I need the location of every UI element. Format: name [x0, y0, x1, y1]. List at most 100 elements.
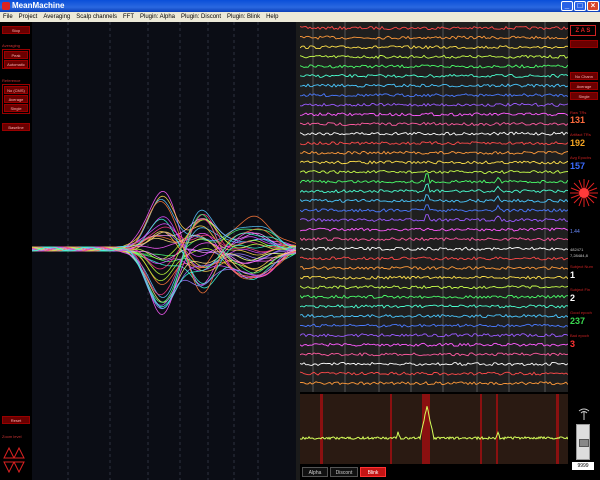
close-button[interactable]: ×	[587, 1, 599, 11]
eeg-channel-trace	[300, 323, 568, 328]
right-status-panel: Z A S No Chann Average Single Raw TRs 13…	[568, 22, 600, 480]
good-epoch-value: 237	[570, 316, 586, 326]
eeg-channel-trace	[300, 236, 568, 242]
eeg-channel-trace	[300, 102, 568, 107]
eeg-channel-trace	[300, 173, 568, 185]
time-marker-bar	[508, 22, 510, 392]
minimize-button[interactable]: _	[561, 1, 573, 11]
peak-button[interactable]: Peak	[4, 51, 28, 59]
plugin-tab-bar: Alpha Discont Blink	[300, 466, 568, 480]
readout-3: 7,28484,8	[570, 253, 588, 258]
slider-value-field[interactable]: 9999	[572, 462, 594, 470]
eeg-channel-trace	[300, 194, 568, 203]
antenna-icon	[578, 408, 590, 420]
baseline-button[interactable]: Baseline	[2, 123, 30, 131]
eeg-channel-trace	[300, 170, 568, 175]
subject-fin-value: 2	[570, 293, 576, 303]
eeg-channel-trace	[300, 381, 568, 386]
readout-2: 482471	[570, 247, 584, 252]
app-icon	[2, 2, 10, 10]
right-top-button[interactable]	[570, 40, 598, 48]
eeg-channel-trace	[300, 73, 568, 79]
eeg-channel-trace	[300, 246, 568, 251]
menu-plugin-discont[interactable]: Plugin: Discont	[178, 12, 224, 22]
menu-file[interactable]: File	[0, 12, 16, 22]
tab-discont[interactable]: Discont	[330, 467, 358, 477]
reference-group: No (CMS) Average Single	[2, 84, 30, 114]
gain-slider[interactable]	[576, 424, 590, 460]
subject-num-value: 1	[570, 270, 576, 280]
good-epoch-label: Good epoch	[570, 310, 592, 315]
single-channel-trace	[300, 394, 568, 464]
averaged-waveform-plot	[32, 22, 296, 480]
menu-project[interactable]: Project	[16, 12, 41, 22]
eeg-channel-trace	[300, 44, 568, 50]
zas-indicator[interactable]: Z A S	[570, 25, 596, 36]
event-marker	[556, 394, 559, 464]
menu-bar: File Project Averaging Scalp channels FF…	[0, 12, 600, 22]
no-chann-button[interactable]: No Chann	[570, 72, 598, 80]
event-marker	[480, 394, 482, 464]
eeg-channel-trace	[300, 64, 568, 69]
automatic-button[interactable]: Automatic	[4, 60, 28, 68]
menu-fft[interactable]: FFT	[120, 12, 137, 22]
eeg-channel-trace	[300, 256, 568, 261]
eeg-channel-trace	[300, 25, 568, 31]
single-channel-signal	[300, 406, 568, 441]
right-average-button[interactable]: Average	[570, 82, 598, 90]
right-single-button[interactable]: Single	[570, 92, 598, 100]
average-waveform	[32, 195, 296, 256]
title-bar: MeanMachine _ □ ×	[0, 0, 600, 12]
averaging-group: Peak Automatic	[2, 49, 30, 69]
time-marker-bar	[476, 22, 478, 392]
eeg-channel-trace	[300, 342, 568, 347]
eeg-channel-trace	[300, 150, 568, 155]
eeg-channel-trace	[300, 141, 568, 146]
zoom-arrows-icon[interactable]	[3, 446, 25, 474]
eeg-channel-trace	[300, 265, 568, 271]
time-marker-bar	[410, 22, 412, 392]
left-control-panel: Stop Averaging Peak Automatic Reference …	[0, 22, 32, 480]
single-button[interactable]: Single	[4, 104, 28, 112]
eeg-channel-trace	[300, 294, 568, 299]
averaging-label: Averaging	[2, 43, 20, 48]
average-button[interactable]: Average	[4, 95, 28, 103]
reference-label: Reference	[2, 78, 21, 83]
eeg-channel-trace	[300, 284, 568, 290]
menu-plugin-blink[interactable]: Plugin: Blink	[224, 12, 263, 22]
eeg-channel-trace	[300, 204, 568, 213]
eeg-channel-trace	[300, 214, 568, 223]
tab-blink[interactable]: Blink	[360, 467, 386, 477]
menu-scalp-channels[interactable]: Scalp channels	[73, 12, 120, 22]
gain-slider-thumb[interactable]	[579, 439, 589, 447]
zoom-level-label: Zoom level	[2, 434, 22, 439]
tab-alpha[interactable]: Alpha	[302, 467, 328, 477]
menu-plugin-alpha[interactable]: Plugin: Alpha	[137, 12, 178, 22]
no-cms-button[interactable]: No (CMS)	[4, 86, 28, 94]
eeg-channel-trace	[300, 131, 568, 136]
bad-epoch-value: 3	[570, 339, 576, 349]
avg-epochs-label: Avg Epochs	[570, 155, 592, 160]
reset-button[interactable]: Reset	[2, 416, 30, 424]
eeg-channel-trace	[300, 313, 568, 319]
eeg-channel-trace	[300, 112, 568, 117]
stop-button[interactable]: Stop	[2, 26, 30, 34]
average-waveform	[32, 216, 296, 268]
eeg-channel-trace	[300, 361, 568, 367]
eeg-channel-trace	[300, 352, 568, 357]
eeg-channel-trace	[300, 227, 568, 232]
eeg-channel-trace	[300, 371, 568, 376]
menu-averaging[interactable]: Averaging	[40, 12, 73, 22]
eeg-channel-trace	[300, 93, 568, 98]
event-marker	[320, 394, 323, 464]
eeg-channel-trace	[300, 160, 568, 165]
eeg-channel-trace	[300, 183, 568, 194]
event-marker	[390, 394, 392, 464]
maximize-button[interactable]: □	[574, 1, 586, 11]
artifact-trs-label: Artifact TRs	[570, 132, 591, 137]
event-marker	[422, 394, 430, 464]
eeg-channel-trace	[300, 304, 568, 309]
spiky-activity-icon	[570, 179, 598, 207]
menu-help[interactable]: Help	[263, 12, 281, 22]
event-marker	[496, 394, 498, 464]
